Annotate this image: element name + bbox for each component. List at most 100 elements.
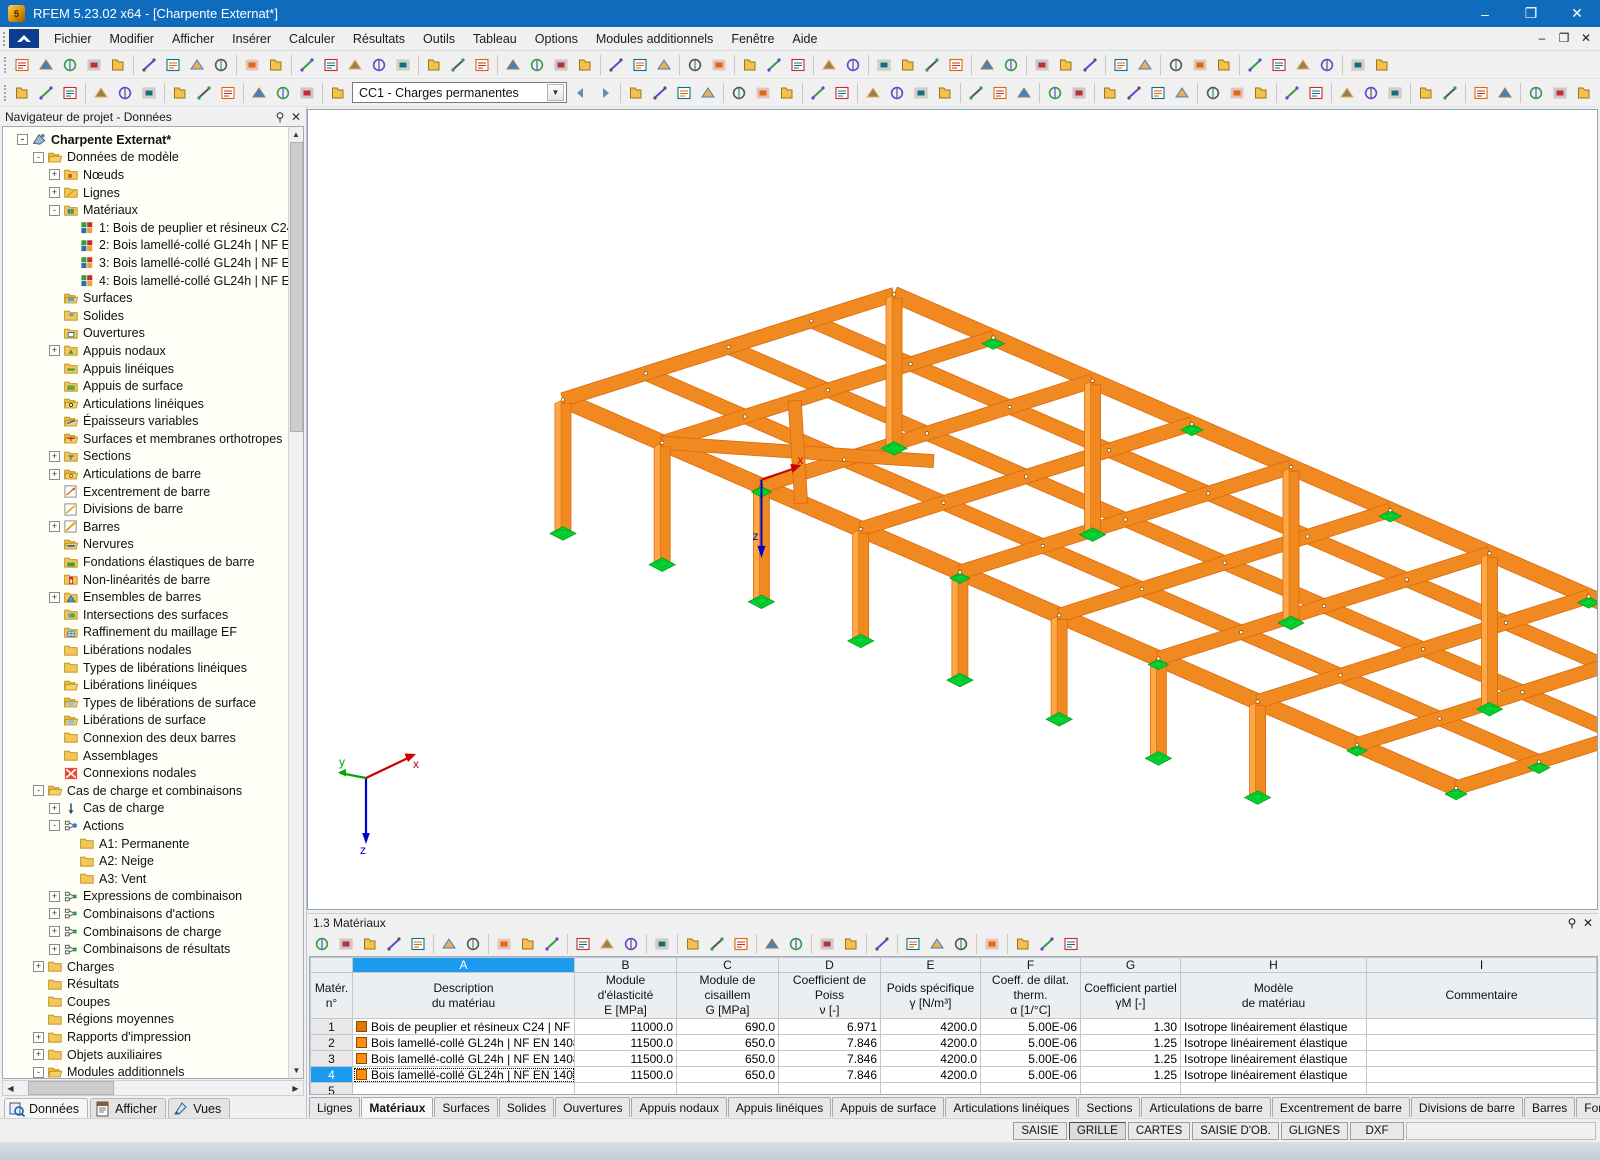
toolbar-button-36[interactable] bbox=[944, 53, 968, 77]
tree-item-45[interactable]: + Combinaisons de charge bbox=[7, 923, 288, 941]
table-toolbar-button-203[interactable] bbox=[382, 932, 406, 956]
toolbar-button-10[interactable] bbox=[264, 53, 288, 77]
toolbar-button-50[interactable] bbox=[1315, 53, 1339, 77]
cell-poisson-ratio[interactable]: 7.846 bbox=[778, 1066, 881, 1084]
cell-partial-factor[interactable]: 1.30 bbox=[1080, 1018, 1181, 1036]
cell-partial-factor[interactable]: 1.25 bbox=[1080, 1034, 1181, 1052]
grid-tab-appuis-de-surface[interactable]: Appuis de surface bbox=[832, 1097, 945, 1118]
mdi-close-button[interactable]: ✕ bbox=[1576, 28, 1596, 47]
tree-item-16[interactable]: Épaisseurs variables bbox=[7, 413, 288, 431]
tree-expander[interactable]: + bbox=[49, 450, 60, 462]
scroll-thumb[interactable] bbox=[290, 142, 303, 432]
status-button-dxf[interactable]: DXF bbox=[1350, 1121, 1404, 1140]
tree-item-22[interactable]: + Barres bbox=[7, 518, 288, 536]
toolbar-button-0[interactable] bbox=[10, 53, 34, 77]
tree-item-0[interactable]: - Charpente Externat* bbox=[7, 131, 288, 149]
tree-item-17[interactable]: Surfaces et membranes orthotropes bbox=[7, 430, 288, 448]
toolbar2-button-116[interactable] bbox=[727, 81, 751, 105]
scroll-down-icon[interactable]: ▼ bbox=[289, 1063, 303, 1078]
navigator-tab-afficher[interactable]: Afficher bbox=[90, 1098, 167, 1118]
cell-description[interactable] bbox=[352, 1082, 575, 1094]
table-toolbar-button-219[interactable] bbox=[815, 932, 839, 956]
load-case-add-button[interactable] bbox=[326, 81, 350, 105]
grid-tab-solides[interactable]: Solides bbox=[498, 1097, 555, 1118]
scroll-up-icon[interactable]: ▲ bbox=[289, 127, 303, 142]
menu-item-aide[interactable]: Aide bbox=[783, 29, 826, 49]
tree-item-13[interactable]: Appuis linéiques bbox=[7, 360, 288, 378]
hscroll-thumb[interactable] bbox=[28, 1081, 114, 1095]
tree-expander[interactable]: - bbox=[33, 151, 44, 163]
toolbar2-button-100[interactable] bbox=[10, 81, 34, 105]
load-case-combo[interactable]: CC1 - Charges permanentes ▼ bbox=[352, 82, 567, 103]
tree-item-15[interactable]: Articulations linéiques bbox=[7, 395, 288, 413]
toolbar-button-28[interactable] bbox=[738, 53, 762, 77]
hscroll-track[interactable] bbox=[18, 1081, 288, 1095]
toolbar-button-15[interactable] bbox=[391, 53, 415, 77]
menu-item-outils[interactable]: Outils bbox=[414, 29, 464, 49]
toolbar-button-33[interactable] bbox=[872, 53, 896, 77]
status-button-saisie[interactable]: SAISIE bbox=[1012, 1121, 1067, 1140]
toolbar-button-52[interactable] bbox=[1370, 53, 1394, 77]
tree-expander[interactable]: + bbox=[49, 591, 60, 603]
tree-expander[interactable]: - bbox=[33, 1066, 44, 1078]
table-toolbar-button-220[interactable] bbox=[839, 932, 863, 956]
cell-specific-weight[interactable]: 4200.0 bbox=[880, 1018, 981, 1036]
menu-item-inserer[interactable]: Insérer bbox=[223, 29, 280, 49]
column-letter-1[interactable]: A bbox=[352, 957, 575, 974]
maximize-button[interactable]: ❐ bbox=[1508, 0, 1554, 27]
row-number[interactable]: 5 bbox=[310, 1082, 353, 1094]
table-toolbar-button-223[interactable] bbox=[925, 932, 949, 956]
table-toolbar-button-206[interactable] bbox=[461, 932, 485, 956]
grid-tab-barres[interactable]: Barres bbox=[1523, 1097, 1576, 1118]
toolbar2-button-128[interactable] bbox=[1043, 81, 1067, 105]
table-toolbar-button-216[interactable] bbox=[729, 932, 753, 956]
tree-item-23[interactable]: Nervures bbox=[7, 536, 288, 554]
table-toolbar-button-211[interactable] bbox=[595, 932, 619, 956]
tree-item-52[interactable]: + Objets auxiliaires bbox=[7, 1046, 288, 1064]
grid-tab-ouvertures[interactable]: Ouvertures bbox=[555, 1097, 631, 1118]
grid-tab-divisions-de-barre[interactable]: Divisions de barre bbox=[1410, 1097, 1523, 1118]
table-toolbar-button-204[interactable] bbox=[406, 932, 430, 956]
cell-material-model[interactable]: Isotrope linéairement élastique bbox=[1180, 1018, 1367, 1036]
toolbar2-button-111[interactable] bbox=[295, 81, 319, 105]
toolbar-button-44[interactable] bbox=[1164, 53, 1188, 77]
toolbar2-button-123[interactable] bbox=[909, 81, 933, 105]
toolbar2-button-126[interactable] bbox=[988, 81, 1012, 105]
toolbar2-button-101[interactable] bbox=[34, 81, 58, 105]
toolbar2-button-121[interactable] bbox=[861, 81, 885, 105]
toolbar2-button-132[interactable] bbox=[1146, 81, 1170, 105]
toolbar2-button-117[interactable] bbox=[751, 81, 775, 105]
tree-item-7[interactable]: 3: Bois lamellé-collé GL24h | NF EN bbox=[7, 254, 288, 272]
tree-expander[interactable]: - bbox=[33, 785, 44, 797]
table-toolbar-button-217[interactable] bbox=[760, 932, 784, 956]
tree-item-30[interactable]: Types de libérations linéiques bbox=[7, 659, 288, 677]
table-row[interactable]: 4 Bois lamellé-collé GL24h | NF EN 14080… bbox=[310, 1066, 1597, 1084]
cell-shear-modulus[interactable]: 690.0 bbox=[676, 1018, 779, 1036]
tree-item-29[interactable]: Libérations nodales bbox=[7, 641, 288, 659]
toolbar2-button-109[interactable] bbox=[247, 81, 271, 105]
toolbar-button-7[interactable] bbox=[185, 53, 209, 77]
menu-item-resultats[interactable]: Résultats bbox=[344, 29, 414, 49]
cell-poisson-ratio[interactable] bbox=[778, 1082, 881, 1094]
status-button-grille[interactable]: GRILLE bbox=[1068, 1121, 1126, 1140]
toolbar-button-25[interactable] bbox=[652, 53, 676, 77]
table-toolbar-button-212[interactable] bbox=[619, 932, 643, 956]
tree-item-14[interactable]: Appuis de surface bbox=[7, 377, 288, 395]
tree-expander[interactable]: - bbox=[17, 134, 28, 146]
tree-item-40[interactable]: A1: Permanente bbox=[7, 835, 288, 853]
menu-item-modules-additionnels[interactable]: Modules additionnels bbox=[587, 29, 722, 49]
toolbar2-button-103[interactable] bbox=[89, 81, 113, 105]
toolbar2-button-146[interactable] bbox=[1524, 81, 1548, 105]
cell-shear-modulus[interactable] bbox=[676, 1082, 779, 1094]
tree-expander[interactable]: + bbox=[49, 943, 60, 955]
tree-expander[interactable]: + bbox=[49, 908, 60, 920]
toolbar-button-27[interactable] bbox=[707, 53, 731, 77]
tree-item-9[interactable]: Surfaces bbox=[7, 289, 288, 307]
toolbar2-button-127[interactable] bbox=[1012, 81, 1036, 105]
table-toolbar-button-225[interactable] bbox=[980, 932, 1004, 956]
table-toolbar-button-202[interactable] bbox=[358, 932, 382, 956]
tree-item-34[interactable]: Connexion des deux barres bbox=[7, 729, 288, 747]
toolbar-button-42[interactable] bbox=[1109, 53, 1133, 77]
toolbar2-button-148[interactable] bbox=[1572, 81, 1596, 105]
column-letter-6[interactable]: F bbox=[980, 957, 1081, 974]
